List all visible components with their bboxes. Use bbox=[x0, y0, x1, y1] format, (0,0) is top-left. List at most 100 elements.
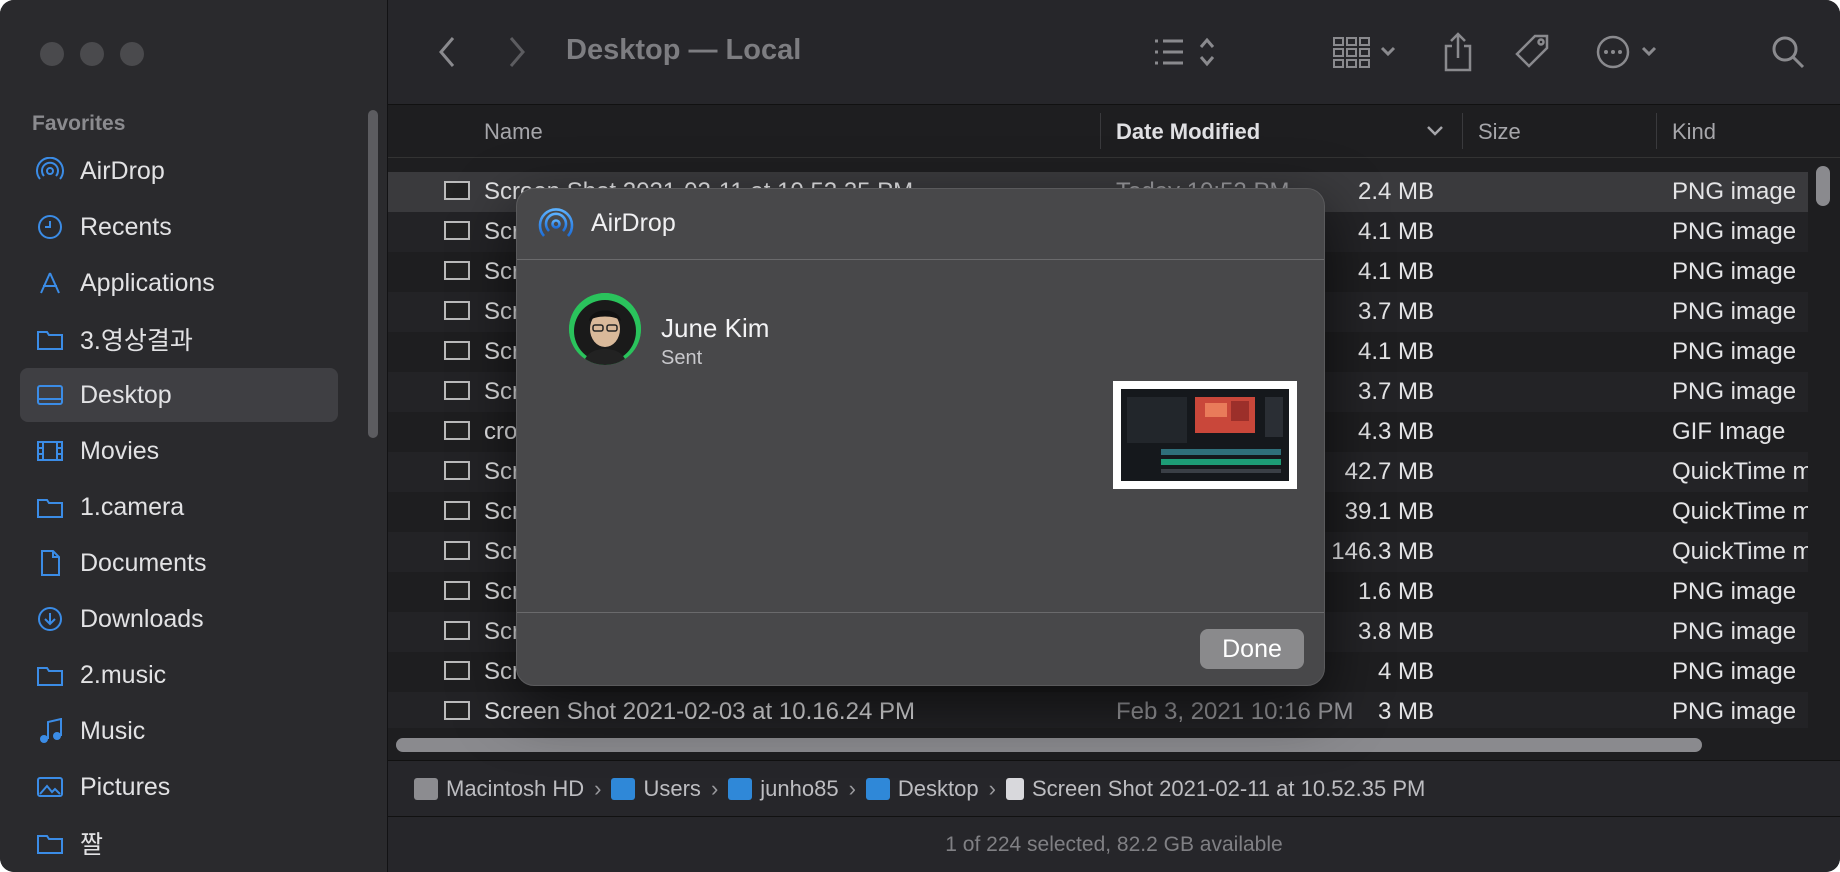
column-header: Name Date Modified Size Kind bbox=[388, 105, 1840, 158]
file-size: 42.7 MB bbox=[1344, 458, 1434, 485]
file-size: 3 MB bbox=[1377, 698, 1434, 725]
path-item-macintosh-hd[interactable]: Macintosh HD bbox=[414, 776, 584, 802]
sidebar-item-2-music[interactable]: 2.music bbox=[20, 648, 338, 702]
path-item-users[interactable]: Users bbox=[611, 776, 701, 802]
home-folder-icon bbox=[728, 778, 753, 800]
column-name[interactable]: Name bbox=[484, 119, 543, 145]
file-date-modified: Feb 3, 2021 10:16 PM bbox=[1116, 698, 1354, 725]
sidebar-item-label: Applications bbox=[80, 268, 215, 297]
path-chevron-icon: › bbox=[710, 776, 719, 801]
column-divider[interactable] bbox=[1100, 113, 1101, 149]
done-button[interactable]: Done bbox=[1200, 629, 1304, 669]
folder-icon bbox=[36, 829, 64, 857]
file-size: 4.1 MB bbox=[1357, 218, 1434, 245]
sidebar-item-airdrop[interactable]: AirDrop bbox=[20, 144, 338, 198]
close-window-button[interactable] bbox=[40, 42, 64, 66]
back-button[interactable] bbox=[432, 30, 462, 74]
folder-icon bbox=[36, 325, 64, 353]
file-kind: PNG image bbox=[1672, 378, 1797, 405]
file-size: 3.7 MB bbox=[1357, 378, 1434, 405]
file-size: 2.4 MB bbox=[1357, 178, 1434, 205]
path-item-desktop[interactable]: Desktop bbox=[865, 776, 979, 802]
path-chevron-icon: › bbox=[848, 776, 856, 801]
file-kind: PNG image bbox=[1672, 618, 1797, 645]
sidebar-item-recents[interactable]: Recents bbox=[20, 200, 338, 254]
file-name: Scr bbox=[484, 218, 520, 245]
list-view-icon bbox=[1155, 37, 1215, 67]
sidebar-item-label: 3.영상결과 bbox=[80, 327, 193, 355]
sidebar-item-3-results[interactable]: 3.영상결과 bbox=[20, 312, 338, 366]
file-thumbnail-icon bbox=[444, 661, 470, 680]
tag-icon bbox=[1515, 34, 1549, 68]
tag-button[interactable] bbox=[1510, 30, 1556, 74]
window-title: Desktop — Local bbox=[566, 34, 802, 66]
file-kind: PNG image bbox=[1672, 218, 1797, 245]
path-bar: Macintosh HD › Users › junho85 › Desktop… bbox=[388, 760, 1840, 817]
sidebar-item-jjal[interactable]: 짤 bbox=[20, 816, 338, 870]
search-icon bbox=[1772, 36, 1805, 69]
file-name: Screen Shot 2021-02-03 at 10.16.24 PM bbox=[484, 698, 915, 725]
sidebar-item-music[interactable]: Music bbox=[20, 704, 338, 758]
file-preview bbox=[1113, 381, 1297, 489]
sidebar-item-downloads[interactable]: Downloads bbox=[20, 592, 338, 646]
sidebar-item-label: 2.music bbox=[80, 660, 167, 689]
path-label: Desktop bbox=[897, 776, 979, 801]
file-kind: PNG image bbox=[1672, 658, 1797, 685]
file-kind: GIF Image bbox=[1672, 418, 1786, 445]
status-bar: 1 of 224 selected, 82.2 GB available bbox=[388, 816, 1840, 872]
file-thumbnail-icon bbox=[444, 461, 470, 480]
horizontal-scrollbar[interactable] bbox=[396, 738, 1702, 752]
path-item-file[interactable]: Screen Shot 2021-02-11 at 10.52.35 PM bbox=[1005, 776, 1425, 802]
dialog-title: AirDrop bbox=[591, 209, 676, 237]
sidebar-item-label: Movies bbox=[80, 436, 160, 465]
file-name: Scr bbox=[484, 658, 520, 685]
file-size: 39.1 MB bbox=[1344, 498, 1434, 525]
sidebar-item-movies[interactable]: Movies bbox=[20, 424, 338, 478]
file-thumbnail-icon bbox=[444, 621, 470, 640]
file-kind: PNG image bbox=[1672, 298, 1797, 325]
airdrop-dialog: AirDrop June Kim Sent Done bbox=[516, 188, 1325, 686]
chevron-right-icon bbox=[509, 37, 525, 67]
sidebar-item-desktop[interactable]: Desktop bbox=[20, 368, 338, 422]
film-icon bbox=[36, 437, 64, 465]
path-item-junho85[interactable]: junho85 bbox=[728, 776, 839, 802]
folder-icon bbox=[36, 661, 64, 689]
table-row[interactable]: Screen Shot 2021-02-03 at 10.16.24 PM Feb… bbox=[388, 692, 1808, 728]
sidebar-item-applications[interactable]: Applications bbox=[20, 256, 338, 310]
more-actions-button[interactable] bbox=[1594, 30, 1666, 74]
file-name: Scr bbox=[484, 498, 520, 525]
download-icon bbox=[36, 605, 64, 633]
column-divider[interactable] bbox=[1462, 113, 1463, 149]
minimize-window-button[interactable] bbox=[80, 42, 104, 66]
view-options-button[interactable] bbox=[1146, 30, 1226, 74]
search-button[interactable] bbox=[1768, 30, 1808, 74]
desktop-icon bbox=[36, 381, 64, 409]
column-kind[interactable]: Kind bbox=[1672, 119, 1716, 145]
column-size[interactable]: Size bbox=[1478, 119, 1521, 145]
sidebar-item-pictures[interactable]: Pictures bbox=[20, 760, 338, 814]
file-thumbnail-icon bbox=[444, 381, 470, 400]
sidebar-item-1-camera[interactable]: 1.camera bbox=[20, 480, 338, 534]
sidebar-scrollbar[interactable] bbox=[368, 110, 378, 438]
vertical-scrollbar[interactable] bbox=[1816, 166, 1830, 206]
column-date-modified[interactable]: Date Modified bbox=[1116, 119, 1260, 145]
file-kind: PNG image bbox=[1672, 178, 1797, 205]
group-button[interactable] bbox=[1328, 30, 1408, 74]
file-name: Scr bbox=[484, 458, 520, 485]
forward-button[interactable] bbox=[502, 30, 532, 74]
share-button[interactable] bbox=[1438, 30, 1478, 74]
file-name: Scr bbox=[484, 258, 520, 285]
file-kind: QuickTime m bbox=[1672, 458, 1808, 485]
file-thumbnail-icon bbox=[444, 221, 470, 240]
zoom-window-button[interactable] bbox=[120, 42, 144, 66]
share-icon bbox=[1444, 32, 1472, 72]
airdrop-icon bbox=[36, 157, 64, 185]
grid-icon bbox=[1333, 37, 1396, 68]
column-divider[interactable] bbox=[1656, 113, 1657, 149]
file-kind: QuickTime m bbox=[1672, 538, 1808, 565]
pictures-icon bbox=[36, 773, 64, 801]
sidebar-item-documents[interactable]: Documents bbox=[20, 536, 338, 590]
finder-window: Favorites AirDrop Recents Applications 3… bbox=[0, 0, 1840, 872]
clock-icon bbox=[36, 213, 64, 241]
file-name: Scr bbox=[484, 378, 520, 405]
